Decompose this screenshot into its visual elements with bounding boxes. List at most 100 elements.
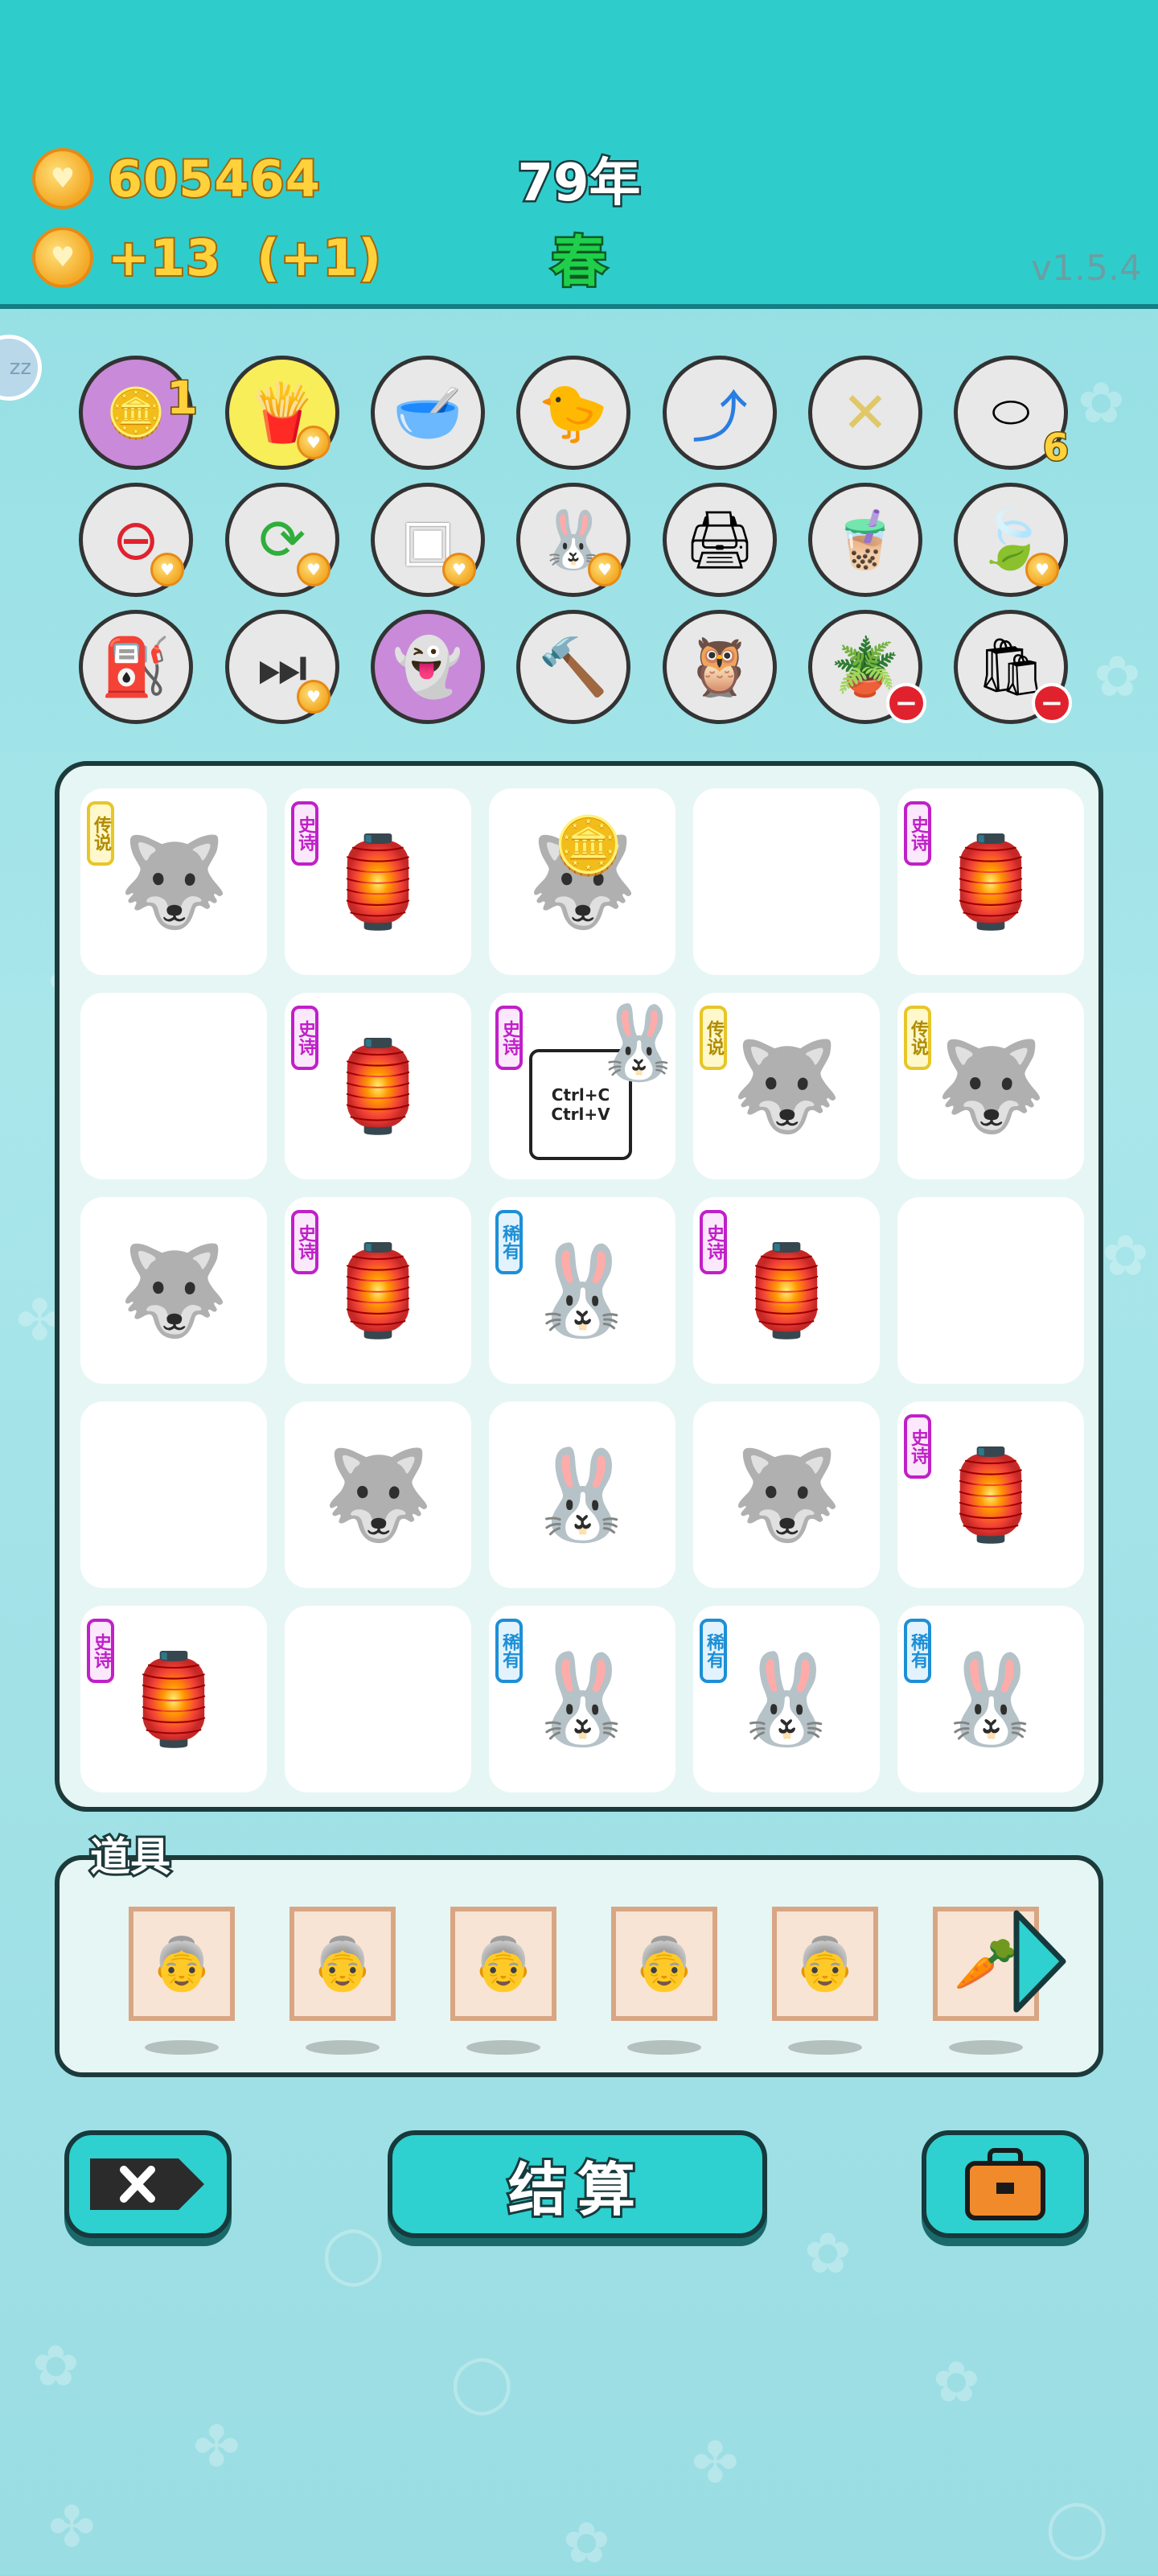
egg-tray-item[interactable]: ⬭ 6: [954, 356, 1070, 471]
owl-icon: 🦉: [684, 633, 755, 700]
board-cell[interactable]: 🐺 传说: [693, 993, 880, 1179]
rarity-tag: 史诗: [700, 1210, 727, 1274]
board-cell[interactable]: 🐺 🪙: [489, 788, 676, 975]
prop-slot[interactable]: 👵: [772, 1907, 878, 2021]
granny-portrait-icon: 👵: [150, 1934, 214, 1994]
prop-slot[interactable]: 👵: [450, 1907, 556, 2021]
bubble-tea-icon: 🧋: [830, 506, 901, 573]
growth-arrow-item[interactable]: ⤴: [663, 356, 777, 470]
leaf-item[interactable]: 🍃 ♥: [954, 483, 1068, 597]
prop-shadow: [145, 2040, 219, 2055]
rarity-tag: 稀有: [495, 1619, 523, 1683]
granny-portrait-icon: 👵: [310, 1934, 375, 1994]
prop-shadow: [788, 2040, 862, 2055]
briefcase-icon: [965, 2148, 1045, 2220]
settle-button-label: 结算: [506, 2154, 647, 2226]
rarity-tag: 传说: [904, 1006, 931, 1070]
carrot-portrait-icon: 🥕: [954, 1934, 1018, 1994]
printer-item[interactable]: 🖨: [663, 483, 777, 597]
egg-maker-item[interactable]: 🪙 1: [79, 356, 199, 470]
fries-item[interactable]: 🍟 ♥: [225, 356, 339, 470]
props-panel: 👵 👵 👵 👵 👵 🥕: [55, 1855, 1103, 2077]
ghost-item[interactable]: 👻: [371, 610, 485, 724]
husky-king-icon: 🐺: [731, 1442, 842, 1546]
prop-shadow: [627, 2040, 701, 2055]
board-cell[interactable]: [80, 1401, 267, 1588]
coin-income: ♥ +13 (+1): [32, 227, 383, 289]
board-cell[interactable]: 🐺: [693, 1401, 880, 1588]
refresh-item[interactable]: ⟳ ♥: [225, 483, 339, 597]
income-bonus: (+1): [255, 227, 383, 289]
heart-coin-icon: ♥: [1025, 553, 1059, 586]
bunny-item[interactable]: 🐰 ♥: [516, 483, 630, 597]
income-value: +13: [106, 227, 222, 289]
board-cell[interactable]: 🏮 史诗: [285, 1197, 471, 1384]
chick-egg-item[interactable]: 🐤: [516, 356, 630, 470]
egg-tray-icon: ⬭: [992, 386, 1030, 438]
board-cell[interactable]: 🏮 史诗: [897, 1401, 1084, 1588]
season-label: 春: [549, 229, 608, 297]
chopsticks-item[interactable]: ✕: [808, 356, 922, 470]
board-cell[interactable]: 🏮 史诗: [693, 1197, 880, 1384]
heart-coin-icon: ♥: [442, 553, 476, 586]
coin-burst-icon: 🪙: [553, 813, 624, 879]
coin-total-value: 605464: [106, 148, 322, 210]
board-cell[interactable]: 🏮 史诗: [285, 788, 471, 975]
rarity-tag: 史诗: [291, 1006, 318, 1070]
board-cell[interactable]: 🏮 史诗: [285, 993, 471, 1179]
sack-item[interactable]: 🛍 −: [954, 610, 1072, 724]
board-cell[interactable]: [80, 993, 267, 1179]
pump-item[interactable]: ⛽: [79, 610, 193, 724]
sleep-icon[interactable]: zz: [0, 335, 42, 401]
board-cell[interactable]: Ctrl+C Ctrl+V 🐰 史诗: [489, 993, 684, 1179]
board-cell[interactable]: 🐰 稀有: [693, 1606, 880, 1792]
board-cell[interactable]: [897, 1197, 1084, 1384]
bag-button[interactable]: [922, 2130, 1089, 2238]
pet-bowl-item[interactable]: 🥣: [371, 356, 485, 470]
rarity-tag: 稀有: [700, 1619, 727, 1683]
close-button[interactable]: [64, 2130, 232, 2238]
rarity-tag: 稀有: [495, 1210, 523, 1274]
prop-slot[interactable]: 👵: [129, 1907, 235, 2021]
heart-coin-icon: ♥: [150, 553, 184, 586]
year-label: 79年: [515, 152, 643, 216]
rarity-tag: 史诗: [291, 1210, 318, 1274]
board-cell[interactable]: 🐰 稀有: [897, 1606, 1084, 1792]
rarity-tag: 稀有: [904, 1619, 931, 1683]
board-cell[interactable]: 🏮 史诗: [897, 788, 1084, 975]
heart-coin-icon: ♥: [32, 148, 93, 209]
board-cell[interactable]: 🐺: [285, 1401, 471, 1588]
ghost-icon: 👻: [392, 633, 463, 700]
hammer-icon: 🔨: [538, 633, 609, 700]
flower-pot-item[interactable]: 🪴 −: [808, 610, 926, 724]
minus-item[interactable]: ⊖ ♥: [79, 483, 193, 597]
board-cell[interactable]: 🐰: [489, 1401, 676, 1588]
chopsticks-icon: ✕: [841, 380, 889, 446]
board-cell[interactable]: 🐰 稀有: [489, 1197, 676, 1384]
settle-button[interactable]: 结算: [388, 2130, 767, 2238]
granny-portrait-icon: 👵: [471, 1934, 536, 1994]
prop-slot[interactable]: 👵: [611, 1907, 717, 2021]
scroll-right-arrow-icon[interactable]: [1010, 1908, 1070, 2014]
top-status-bar: ♥ 605464 ♥ +13 (+1) 79年 春 v1.5.4: [0, 0, 1158, 309]
rarity-tag: 史诗: [291, 801, 318, 866]
coin-total: ♥ 605464: [32, 148, 322, 210]
husky-king-icon: 🐺: [322, 1442, 433, 1546]
board-cell[interactable]: [693, 788, 880, 975]
board-cell[interactable]: 🐺: [80, 1197, 267, 1384]
board-cell[interactable]: 🐺 传说: [897, 993, 1084, 1179]
bunny-icon: 🐰: [593, 1001, 684, 1085]
sugar-cubes-item[interactable]: ▣ ♥: [371, 483, 485, 597]
bubble-tea-item[interactable]: 🧋: [808, 483, 922, 597]
skip-item[interactable]: ⏭ ♥: [225, 610, 339, 724]
prop-slot[interactable]: 👵: [290, 1907, 396, 2021]
board-cell[interactable]: 🐺 传说: [80, 788, 267, 975]
prop-shadow: [949, 2040, 1023, 2055]
owl-item[interactable]: 🦉: [663, 610, 777, 724]
hammer-item[interactable]: 🔨: [516, 610, 630, 724]
board-cell[interactable]: [285, 1606, 471, 1792]
board-cell[interactable]: 🐰 稀有: [489, 1606, 676, 1792]
granny-portrait-icon: 👵: [793, 1934, 857, 1994]
coin-egg-icon: 🪙: [105, 385, 166, 442]
board-cell[interactable]: 🏮 史诗: [80, 1606, 267, 1792]
